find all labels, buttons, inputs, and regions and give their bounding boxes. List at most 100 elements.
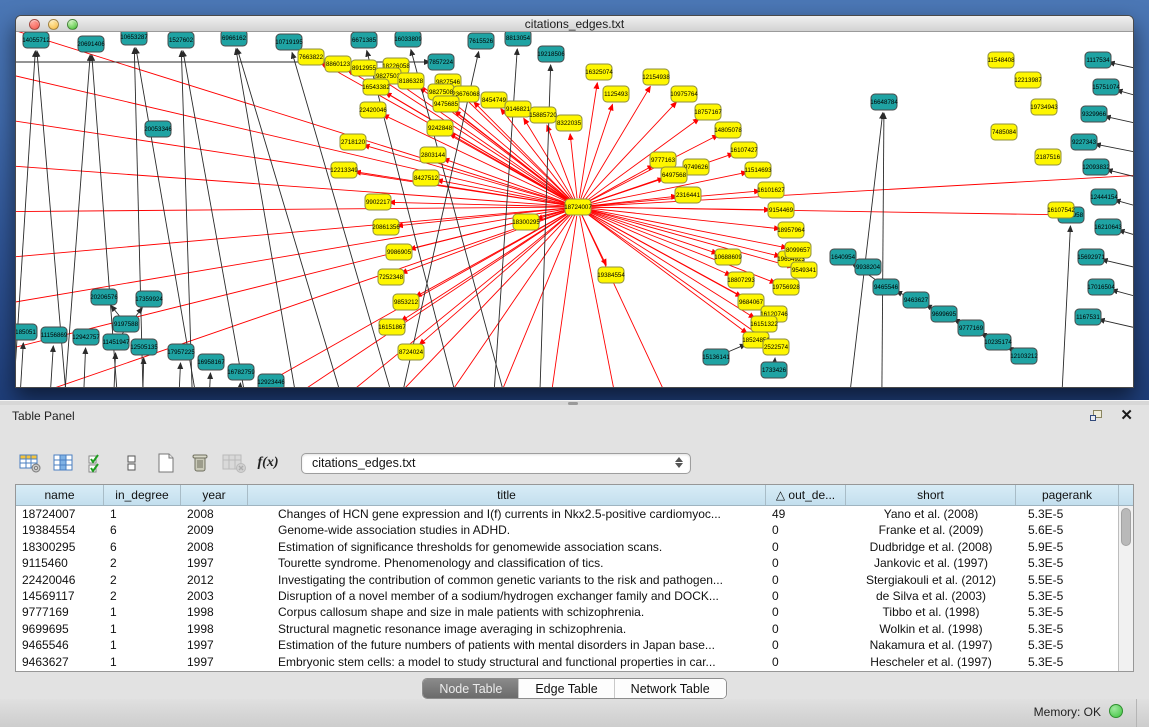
graph-node[interactable]: 8912955 <box>351 60 377 76</box>
table-row[interactable]: 2242004622012Investigating the contribut… <box>16 572 1133 588</box>
graph-node[interactable]: 8427512 <box>413 170 439 186</box>
graph-node[interactable]: 18957964 <box>777 222 805 238</box>
graph-node[interactable]: 12505135 <box>130 339 158 355</box>
cell-short[interactable]: de Silva et al. (2003) <box>846 588 1016 604</box>
cell-title[interactable]: Estimation of significance thresholds fo… <box>248 539 766 555</box>
cell-pagerank[interactable]: 5.3E-5 <box>1016 506 1119 522</box>
graph-node[interactable]: 9242848 <box>427 120 453 136</box>
graph-node[interactable]: 1640954 <box>830 249 856 265</box>
graph-node[interactable]: 10653287 <box>120 32 148 45</box>
graph-node[interactable]: 2522574 <box>763 339 789 355</box>
graph-node[interactable]: 20206576 <box>90 289 118 305</box>
table-vertical-scrollbar[interactable] <box>1118 506 1133 671</box>
cell-indeg[interactable]: 2 <box>104 588 181 604</box>
tab-edge-table[interactable]: Edge Table <box>519 679 614 698</box>
graph-node[interactable]: 15692971 <box>1077 249 1105 265</box>
column-header-name[interactable]: name <box>16 485 104 505</box>
graph-node[interactable]: 15136141 <box>702 349 730 365</box>
graph-node[interactable]: 6966162 <box>221 32 247 46</box>
cell-title[interactable]: Structural magnetic resonance image aver… <box>248 621 766 637</box>
graph-node[interactable]: 17016504 <box>1087 279 1115 295</box>
cell-out[interactable]: 0 <box>766 539 846 555</box>
graph-node[interactable]: 8099657 <box>785 242 811 258</box>
cell-indeg[interactable]: 2 <box>104 572 181 588</box>
graph-node[interactable]: 9853212 <box>393 294 419 310</box>
graph-node[interactable]: 6671385 <box>351 32 377 48</box>
column-header-pagerank[interactable]: pagerank <box>1016 485 1119 505</box>
cell-year[interactable]: 1998 <box>181 604 248 620</box>
cell-name[interactable]: 18724007 <box>16 506 104 522</box>
cell-out[interactable]: 49 <box>766 506 846 522</box>
graph-node[interactable]: 2316441 <box>675 187 701 203</box>
cell-indeg[interactable]: 1 <box>104 637 181 653</box>
graph-node[interactable]: 16101627 <box>757 182 785 198</box>
graph-node[interactable]: 1167531 <box>1075 309 1101 325</box>
graph-node[interactable]: 9197588 <box>113 316 139 332</box>
graph-node[interactable]: 15751074 <box>1092 79 1120 95</box>
cell-short[interactable]: Franke et al. (2009) <box>846 522 1016 538</box>
table-selector[interactable]: citations_edges.txt <box>301 453 691 474</box>
cell-out[interactable]: 0 <box>766 654 846 670</box>
delete-columns-icon[interactable] <box>185 450 215 476</box>
graph-node[interactable]: 15885720 <box>529 107 557 123</box>
graph-node[interactable]: 9154469 <box>768 202 794 218</box>
graph-node[interactable]: 9777169 <box>958 320 984 336</box>
cell-indeg[interactable]: 6 <box>104 539 181 555</box>
cell-pagerank[interactable]: 5.3E-5 <box>1016 555 1119 571</box>
graph-node[interactable]: 9902217 <box>365 194 391 210</box>
graph-node[interactable]: 16648784 <box>870 94 898 110</box>
graph-node[interactable]: 16107427 <box>730 142 758 158</box>
network-canvas[interactable]: 1872400714055712206914061065328715276026… <box>16 32 1133 387</box>
table-row[interactable]: 969969511998Structural magnetic resonanc… <box>16 621 1133 637</box>
cell-year[interactable]: 1997 <box>181 654 248 670</box>
graph-node[interactable]: 8860123 <box>325 56 351 72</box>
cell-title[interactable]: Genome-wide association studies in ADHD. <box>248 522 766 538</box>
graph-node[interactable]: 1185051 <box>16 324 37 340</box>
table-row[interactable]: 1872400712008Changes of HCN gene express… <box>16 506 1133 522</box>
attribute-table[interactable]: namein_degreeyeartitle△ out_de...shortpa… <box>15 484 1134 672</box>
window-titlebar[interactable]: citations_edges.txt <box>16 16 1133 32</box>
cell-short[interactable]: Hescheler et al. (1997) <box>846 654 1016 670</box>
table-body[interactable]: 1872400712008Changes of HCN gene express… <box>16 506 1133 670</box>
graph-node[interactable]: 7857224 <box>428 54 454 70</box>
cell-short[interactable]: Yano et al. (2008) <box>846 506 1016 522</box>
cell-name[interactable]: 9463627 <box>16 654 104 670</box>
graph-node[interactable]: 20691406 <box>77 36 105 52</box>
graph-node[interactable]: 9475685 <box>433 96 459 112</box>
graph-node[interactable]: 20861356 <box>372 219 400 235</box>
graph-node[interactable]: 7615526 <box>468 33 494 49</box>
graph-node[interactable]: 9699695 <box>931 306 957 322</box>
graph-node[interactable]: 10719195 <box>275 34 303 50</box>
cell-year[interactable]: 1997 <box>181 637 248 653</box>
column-header-out-de-[interactable]: △ out_de... <box>766 485 846 505</box>
graph-node[interactable]: 19384554 <box>597 267 625 283</box>
cell-short[interactable]: Tibbo et al. (1998) <box>846 604 1016 620</box>
new-column-icon[interactable] <box>151 450 181 476</box>
function-builder-icon[interactable]: f(x) <box>253 450 283 476</box>
graph-node[interactable]: 10975764 <box>670 86 698 102</box>
graph-node[interactable]: 12103212 <box>1010 348 1038 364</box>
cell-name[interactable]: 19384554 <box>16 522 104 538</box>
table-mode-icon[interactable] <box>15 450 45 476</box>
cell-indeg[interactable]: 1 <box>104 604 181 620</box>
graph-node[interactable]: 9938204 <box>855 259 881 275</box>
graph-node[interactable]: 18757167 <box>694 104 722 120</box>
table-row[interactable]: 1456911722003Disruption of a novel membe… <box>16 588 1133 604</box>
cell-pagerank[interactable]: 5.6E-5 <box>1016 522 1119 538</box>
graph-node[interactable]: 2803144 <box>420 147 446 163</box>
cell-indeg[interactable]: 2 <box>104 555 181 571</box>
cell-indeg[interactable]: 1 <box>104 506 181 522</box>
graph-node[interactable]: 10235174 <box>984 334 1012 350</box>
cell-title[interactable]: Disruption of a novel member of a sodium… <box>248 588 766 604</box>
graph-node[interactable]: 12444154 <box>1090 189 1118 205</box>
column-header-title[interactable]: title <box>248 485 766 505</box>
cell-short[interactable]: Stergiakouli et al. (2012) <box>846 572 1016 588</box>
graph-node[interactable]: 19756928 <box>772 279 800 295</box>
graph-node[interactable]: 9465546 <box>873 279 899 295</box>
cell-indeg[interactable]: 1 <box>104 654 181 670</box>
graph-node[interactable]: 9227343 <box>1071 134 1097 150</box>
cell-out[interactable]: 0 <box>766 572 846 588</box>
graph-node[interactable]: 8186328 <box>398 73 424 89</box>
cell-name[interactable]: 9777169 <box>16 604 104 620</box>
graph-node[interactable]: 11548408 <box>987 52 1015 68</box>
